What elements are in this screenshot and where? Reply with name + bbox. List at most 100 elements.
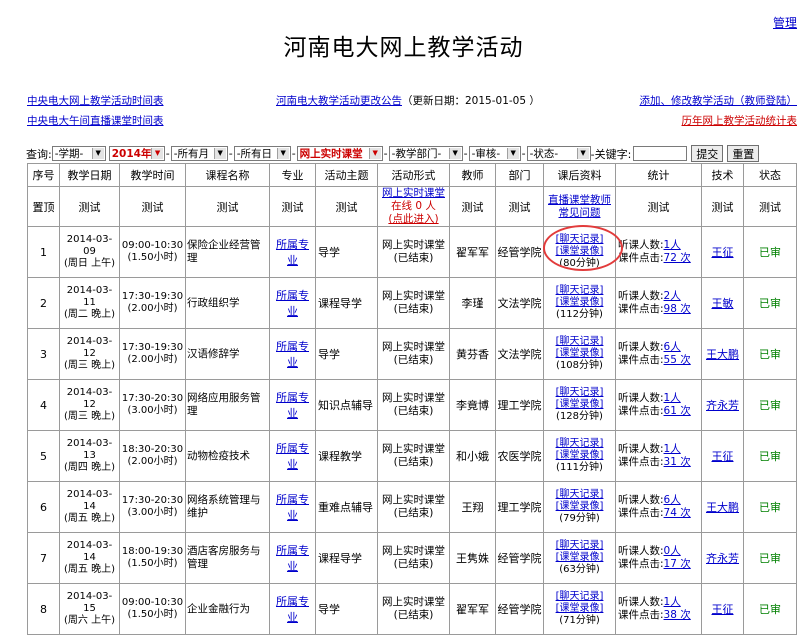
video-duration: (80分钟): [559, 258, 600, 269]
pinned-cell: 测试: [743, 186, 797, 227]
submit-button[interactable]: 提交: [691, 145, 724, 162]
tech-link[interactable]: 王敏: [712, 297, 734, 310]
form-select[interactable]: 网上实时课堂 ▼: [296, 146, 383, 161]
stats-cell: 听课人数:2人 课件点击:98 次: [615, 277, 702, 329]
tech-cell: 王敏: [701, 277, 744, 329]
announcement-link[interactable]: 河南电大教学活动更改公告: [276, 95, 402, 107]
major-link[interactable]: 所属专业: [276, 391, 309, 420]
chat-log-link[interactable]: [聊天记录]: [556, 234, 604, 245]
class-video-link[interactable]: [课堂录像]: [556, 348, 604, 359]
row-number: 3: [27, 328, 60, 380]
status-select[interactable]: -状态- ▼: [526, 146, 591, 161]
class-video-link[interactable]: [课堂录像]: [556, 246, 604, 257]
chat-log-link[interactable]: [聊天记录]: [556, 489, 604, 500]
table-row: 4 2014-03-12 (周三 晚上) 17:30-20:30 (3.00小时) 网络应…: [27, 379, 797, 431]
department: 经管学院: [495, 226, 544, 278]
teacher: 王翔: [449, 481, 496, 533]
cctv-schedule-link[interactable]: 中央电大网上教学活动时间表: [27, 93, 164, 108]
faq-link[interactable]: 直播课堂教师 常见问题: [548, 194, 611, 219]
live-class-link[interactable]: 网上实时课堂: [382, 188, 445, 200]
major-link[interactable]: 所属专业: [276, 544, 309, 573]
listeners-link[interactable]: 1人: [664, 443, 681, 455]
clicks-link[interactable]: 72 次: [664, 252, 691, 264]
tech-link[interactable]: 王征: [712, 603, 734, 616]
tech-link[interactable]: 王大鹏: [706, 348, 739, 361]
cctv-noon-live-link[interactable]: 中央电大午间直播课堂时间表: [27, 113, 164, 128]
clicks-link[interactable]: 38 次: [664, 609, 691, 621]
teach-date: 2014-03-12 (周三 晚上): [59, 328, 120, 380]
pinned-row: 置顶 测试 测试 测试 测试 测试 网上实时课堂 在线 0 人 (点此进入) 测…: [27, 186, 797, 227]
listeners-link[interactable]: 6人: [664, 341, 681, 353]
listeners-link[interactable]: 6人: [664, 494, 681, 506]
activity-form: 网上实时课堂 (已结束): [377, 226, 450, 278]
clicks-link[interactable]: 17 次: [664, 558, 691, 570]
filter-bar: 查询: -学期- ▼ 2014年 ▼ - -所有月 ▼ - -所有日 ▼ - 网上实时课…: [26, 145, 760, 162]
department: 经管学院: [495, 532, 544, 584]
listeners-link[interactable]: 1人: [664, 239, 681, 251]
row-number: 7: [27, 532, 60, 584]
chat-log-link[interactable]: [聊天记录]: [556, 591, 604, 602]
major-link[interactable]: 所属专业: [276, 442, 309, 471]
year-select[interactable]: 2014年 ▼: [108, 146, 165, 161]
chat-log-link[interactable]: [聊天记录]: [556, 438, 604, 449]
class-video-link[interactable]: [课堂录像]: [556, 399, 604, 410]
materials-cell: [聊天记录] [课堂录像] (63分钟): [543, 532, 616, 584]
clicks-link[interactable]: 31 次: [664, 456, 691, 468]
keyword-input[interactable]: [633, 146, 688, 161]
history-stats-link[interactable]: 历年网上教学活动统计表: [682, 113, 798, 128]
clicks-link[interactable]: 98 次: [664, 303, 691, 315]
stats-cell: 听课人数:1人 课件点击:38 次: [615, 583, 702, 635]
teacher: 李竟博: [449, 379, 496, 431]
tech-link[interactable]: 王大鹏: [706, 501, 739, 514]
day-select[interactable]: -所有日 ▼: [233, 146, 291, 161]
table-row: 5 2014-03-13 (周四 晚上) 18:30-20:30 (2.00小时) 动物检…: [27, 430, 797, 482]
dept-select[interactable]: -教学部门- ▼: [388, 146, 463, 161]
row-number: 1: [27, 226, 60, 278]
teach-date: 2014-03-12 (周三 晚上): [59, 379, 120, 431]
class-video-link[interactable]: [课堂录像]: [556, 501, 604, 512]
enter-link[interactable]: (点此进入): [388, 213, 438, 225]
clicks-link[interactable]: 74 次: [664, 507, 691, 519]
tech-link[interactable]: 王征: [712, 450, 734, 463]
activity-form: 网上实时课堂 (已结束): [377, 430, 450, 482]
class-video-link[interactable]: [课堂录像]: [556, 603, 604, 614]
chat-log-link[interactable]: [聊天记录]: [556, 285, 604, 296]
tech-link[interactable]: 王征: [712, 246, 734, 259]
class-video-link[interactable]: [课堂录像]: [556, 552, 604, 563]
chat-log-link[interactable]: [聊天记录]: [556, 540, 604, 551]
major-link[interactable]: 所属专业: [276, 238, 309, 267]
major-link[interactable]: 所属专业: [276, 493, 309, 522]
class-video-link[interactable]: [课堂录像]: [556, 450, 604, 461]
major-link[interactable]: 所属专业: [276, 289, 309, 318]
month-select[interactable]: -所有月 ▼: [170, 146, 228, 161]
major-link[interactable]: 所属专业: [276, 595, 309, 624]
clicks-link[interactable]: 61 次: [664, 405, 691, 417]
chat-log-link[interactable]: [聊天记录]: [556, 336, 604, 347]
row-number: 2: [27, 277, 60, 329]
activity-topic: 导学: [315, 226, 378, 278]
pinned-label: 置顶: [27, 186, 60, 227]
table-row: 3 2014-03-12 (周三 晚上) 17:30-19:30 (2.00小时) 汉语修…: [27, 328, 797, 380]
tech-link[interactable]: 齐永芳: [706, 552, 739, 565]
clicks-link[interactable]: 55 次: [664, 354, 691, 366]
teacher-login-link[interactable]: 添加、修改教学活动（教师登陆）: [640, 93, 798, 108]
major-cell: 所属专业: [269, 532, 316, 584]
chat-log-link[interactable]: [聊天记录]: [556, 387, 604, 398]
listeners-link[interactable]: 2人: [664, 290, 681, 302]
course-name: 网络系统管理与维护: [185, 481, 270, 533]
listeners-link[interactable]: 0人: [664, 545, 681, 557]
course-name: 企业金融行为: [185, 583, 270, 635]
table-row: 7 2014-03-14 (周五 晚上) 18:00-19:30 (1.50小时) 酒店客…: [27, 532, 797, 584]
review-select[interactable]: -审核- ▼: [468, 146, 521, 161]
table-row: 1 2014-03-09 (周日 上午) 09:00-10:30 (1.50小时) 保险企…: [27, 226, 797, 278]
status-badge: 已审: [743, 226, 797, 278]
video-duration: (111分钟): [556, 462, 603, 473]
listeners-link[interactable]: 1人: [664, 596, 681, 608]
semester-select[interactable]: -学期- ▼: [51, 146, 106, 161]
major-link[interactable]: 所属专业: [276, 340, 309, 369]
materials-cell: [聊天记录] [课堂录像] (112分钟): [543, 277, 616, 329]
class-video-link[interactable]: [课堂录像]: [556, 297, 604, 308]
listeners-link[interactable]: 1人: [664, 392, 681, 404]
tech-link[interactable]: 齐永芳: [706, 399, 739, 412]
reset-button[interactable]: 重置: [727, 145, 760, 162]
